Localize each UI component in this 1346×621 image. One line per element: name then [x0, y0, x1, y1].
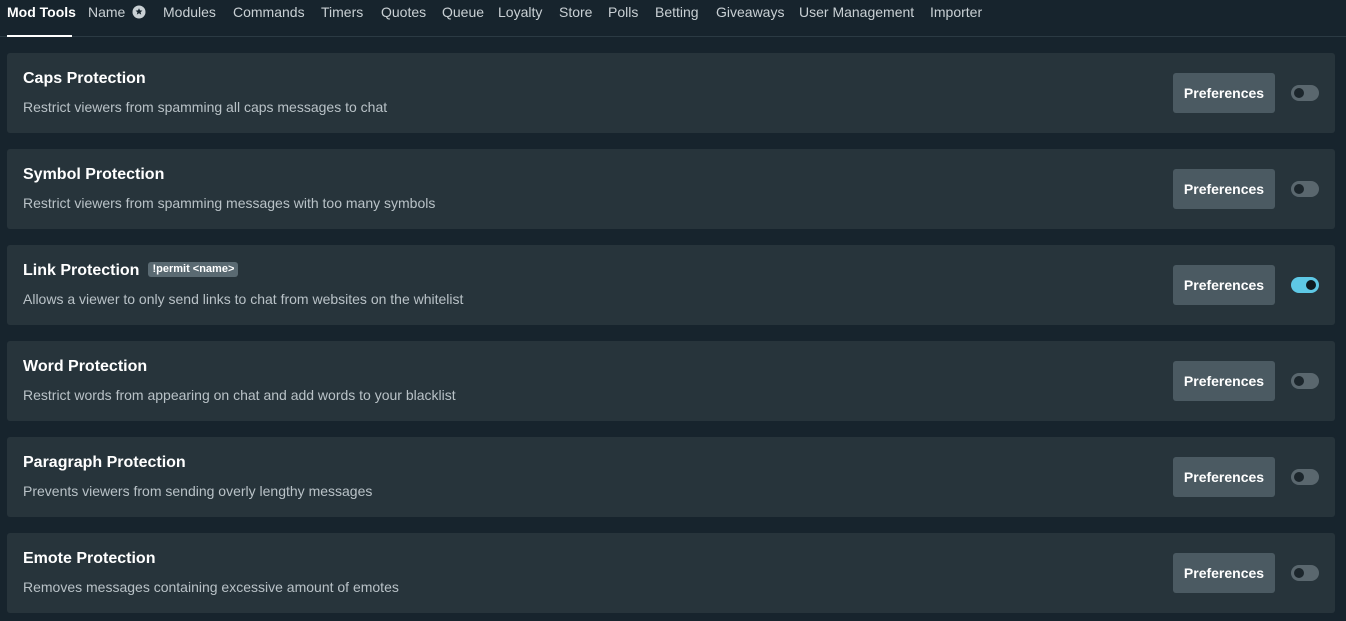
tab-queue[interactable]: Queue: [442, 4, 484, 24]
preferences-button[interactable]: Preferences: [1173, 73, 1275, 113]
module-card-paragraph-protection: Paragraph Protection Prevents viewers fr…: [7, 437, 1335, 517]
module-title: Word Protection: [23, 358, 148, 375]
tab-commands[interactable]: Commands: [233, 4, 305, 24]
tab-mod-tools[interactable]: Mod Tools: [7, 4, 76, 24]
toggle-knob: [1294, 184, 1304, 194]
module-title: Symbol Protection: [23, 166, 165, 183]
module-card-symbol-protection: Symbol Protection Restrict viewers from …: [7, 149, 1335, 229]
toggle-knob: [1294, 88, 1304, 98]
module-description: Allows a viewer to only send links to ch…: [23, 291, 464, 307]
tab-betting[interactable]: Betting: [655, 4, 699, 24]
command-badge: !permit <name>: [148, 262, 239, 277]
tab-quotes[interactable]: Quotes: [381, 4, 426, 24]
module-title-row: Link Protection !permit <name>: [23, 262, 239, 280]
tab-name[interactable]: Name: [88, 4, 146, 24]
preferences-button[interactable]: Preferences: [1173, 553, 1275, 593]
gear-icon: [132, 5, 146, 19]
enable-toggle[interactable]: [1291, 181, 1319, 197]
module-card-caps-protection: Caps Protection Restrict viewers from sp…: [7, 53, 1335, 133]
module-description: Prevents viewers from sending overly len…: [23, 483, 373, 499]
preferences-button[interactable]: Preferences: [1173, 361, 1275, 401]
module-description: Restrict viewers from spamming all caps …: [23, 99, 388, 115]
enable-toggle[interactable]: [1291, 469, 1319, 485]
enable-toggle[interactable]: [1291, 373, 1319, 389]
module-card-emote-protection: Emote Protection Removes messages contai…: [7, 533, 1335, 613]
preferences-button[interactable]: Preferences: [1173, 265, 1275, 305]
enable-toggle[interactable]: [1291, 85, 1319, 101]
tab-modules[interactable]: Modules: [163, 4, 216, 24]
module-card-word-protection: Word Protection Restrict words from appe…: [7, 341, 1335, 421]
module-description: Removes messages containing excessive am…: [23, 579, 399, 595]
enable-toggle[interactable]: [1291, 277, 1319, 293]
module-title: Caps Protection: [23, 70, 146, 87]
preferences-button[interactable]: Preferences: [1173, 169, 1275, 209]
preferences-button[interactable]: Preferences: [1173, 457, 1275, 497]
toggle-knob: [1306, 280, 1316, 290]
toggle-knob: [1294, 568, 1304, 578]
tab-label: Name: [88, 4, 126, 20]
active-tab-indicator: [7, 35, 72, 37]
tab-store[interactable]: Store: [559, 4, 592, 24]
module-title: Emote Protection: [23, 550, 156, 567]
tab-user-management[interactable]: User Management: [799, 4, 914, 24]
toggle-knob: [1294, 376, 1304, 386]
tab-bar: Mod Tools Name Modules Commands Timers Q…: [0, 0, 1346, 37]
toggle-knob: [1294, 472, 1304, 482]
module-card-link-protection: Link Protection !permit <name> Allows a v…: [7, 245, 1335, 325]
tab-importer[interactable]: Importer: [930, 4, 982, 24]
tab-polls[interactable]: Polls: [608, 4, 638, 24]
module-description: Restrict viewers from spamming messages …: [23, 195, 436, 211]
tab-giveaways[interactable]: Giveaways: [716, 4, 784, 24]
tab-timers[interactable]: Timers: [321, 4, 363, 24]
module-description: Restrict words from appearing on chat an…: [23, 387, 456, 403]
enable-toggle[interactable]: [1291, 565, 1319, 581]
module-title: Paragraph Protection: [23, 454, 186, 471]
tab-loyalty[interactable]: Loyalty: [498, 4, 542, 24]
module-title: Link Protection: [23, 262, 140, 279]
